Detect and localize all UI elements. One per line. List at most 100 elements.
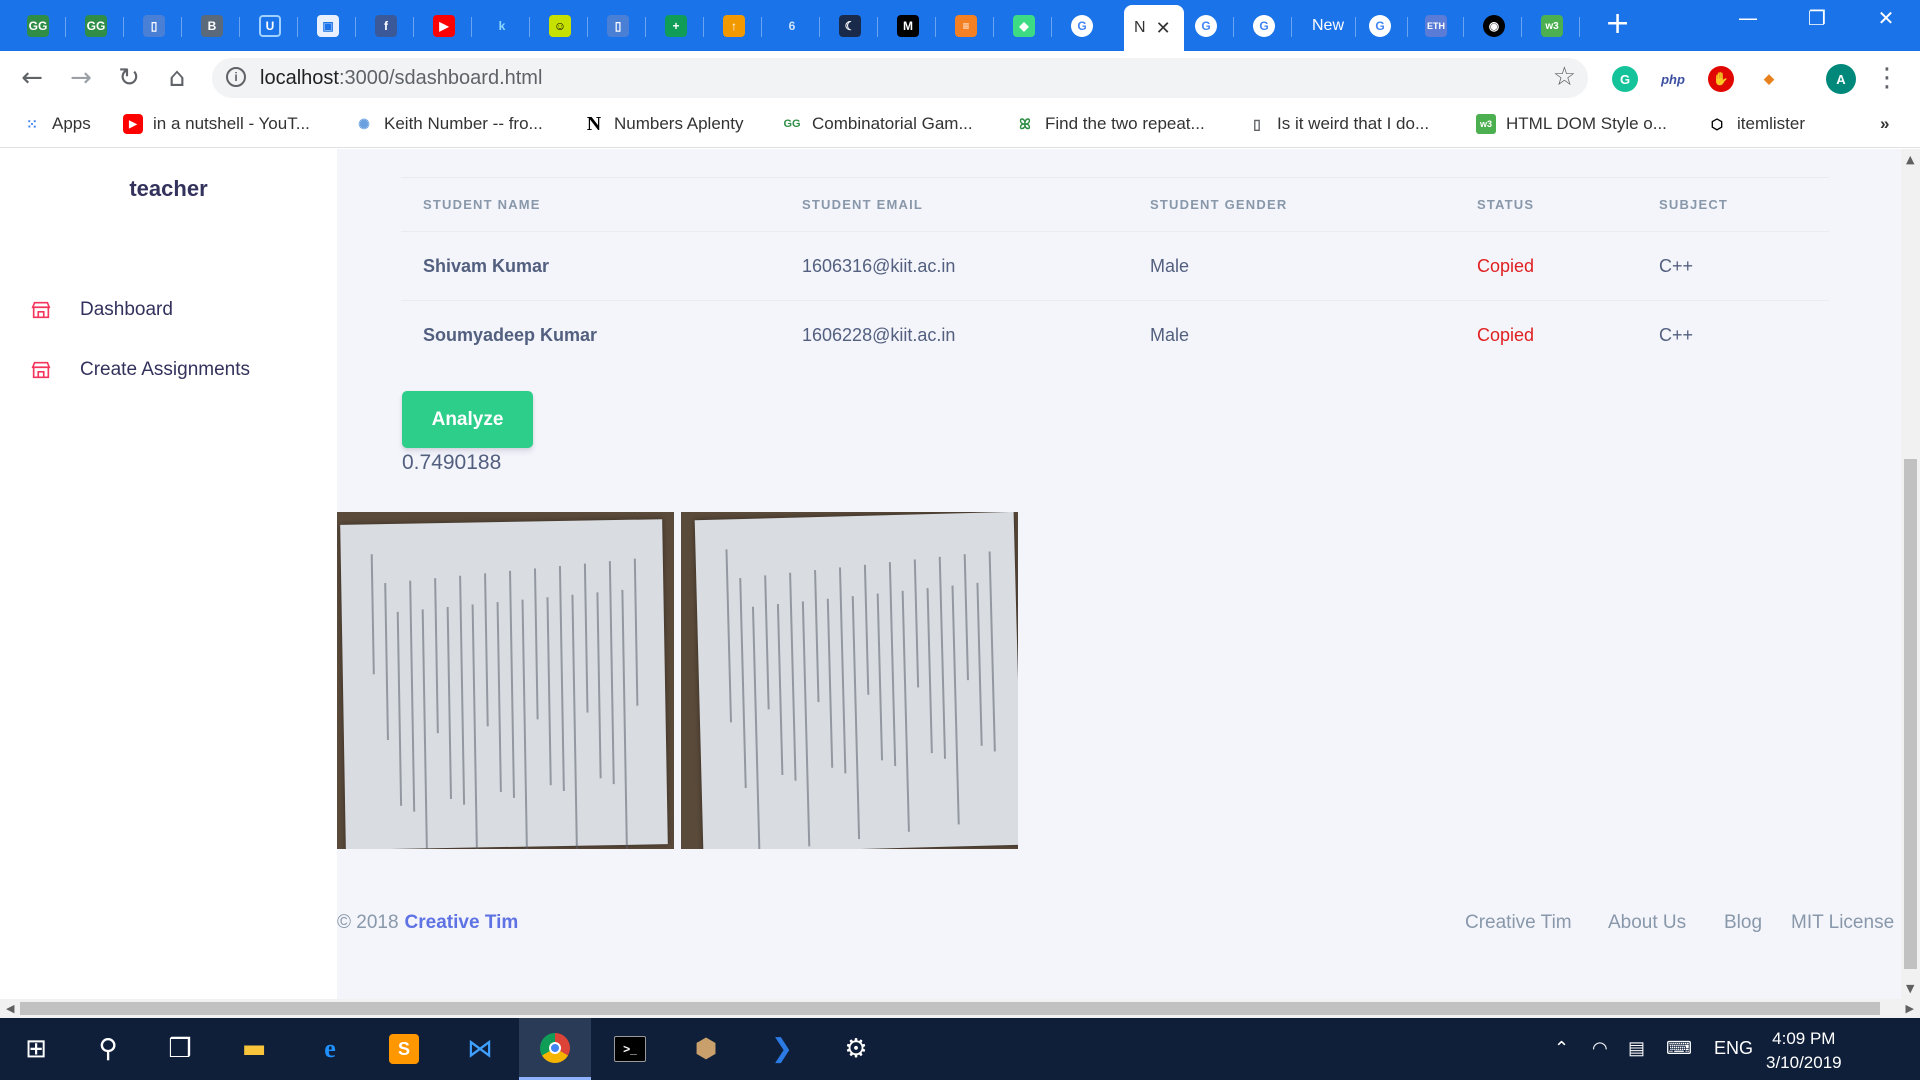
tab-file[interactable]: ▯ [590, 7, 646, 45]
tab-moon[interactable]: ☾ [822, 7, 878, 45]
footer-link-about-us[interactable]: About Us [1608, 912, 1686, 934]
k-icon: k [491, 15, 513, 37]
grammarly-icon[interactable]: G [1612, 66, 1638, 92]
footer-link-blog[interactable]: Blog [1724, 912, 1762, 934]
tab-k[interactable]: k [474, 7, 530, 45]
virtualbox-icon[interactable]: ⬢ [670, 1018, 742, 1080]
bookmark-numbers-aplenty[interactable]: N Numbers Aplenty [584, 113, 744, 135]
tab-smiley[interactable]: ☺ [532, 7, 588, 45]
url-text[interactable]: localhost:3000/sdashboard.html [260, 67, 542, 90]
analyze-button[interactable]: Analyze [402, 391, 533, 448]
tab-google-3[interactable]: G [1236, 7, 1292, 45]
w3schools-icon: w3 [1541, 15, 1563, 37]
tab-google-2[interactable]: G [1178, 7, 1234, 45]
language-indicator[interactable]: ENG [1714, 1038, 1753, 1059]
tab-arrow-up[interactable]: ↑ [706, 7, 762, 45]
restore-icon[interactable]: ❐ [1797, 6, 1837, 30]
tab-youtube[interactable]: ▶ [416, 7, 472, 45]
close-tab-icon[interactable]: ✕ [1156, 18, 1171, 39]
vertical-scroll-thumb[interactable] [1904, 459, 1917, 969]
info-icon[interactable]: i [226, 67, 246, 87]
start-windows-icon[interactable]: ⊞ [0, 1018, 72, 1080]
sidebar-item-dashboard[interactable]: Dashboard [30, 299, 173, 321]
sublime-text-icon[interactable]: S [368, 1018, 440, 1080]
handwriting-line [370, 554, 375, 675]
bookmark-keith-number[interactable]: ✺ Keith Number -- fro... [354, 114, 543, 134]
tab-w3schools[interactable]: w3 [1524, 7, 1580, 45]
close-window-icon[interactable]: ✕ [1866, 6, 1906, 30]
geeksforgeeks-icon: ꕤ [1019, 115, 1031, 132]
profile-avatar[interactable]: A [1826, 64, 1856, 94]
bookmark-youtube[interactable]: ▶ in a nutshell - YouT... [123, 114, 310, 134]
bookmark-is-it-weird[interactable]: ▯ Is it weird that I do... [1247, 114, 1429, 134]
sidebar-brand[interactable]: teacher [0, 176, 337, 202]
sidebar-item-create-assignments[interactable]: Create Assignments [30, 359, 250, 381]
show-hidden-icons-icon[interactable]: ⌃ [1554, 1038, 1569, 1059]
wifi-icon[interactable]: ◠ [1592, 1038, 1608, 1059]
bookmark-itemlister[interactable]: ⬡ itemlister [1707, 114, 1805, 134]
edge-icon[interactable]: e [294, 1018, 366, 1080]
tab-google-4[interactable]: G [1352, 7, 1408, 45]
minimize-icon[interactable]: — [1728, 6, 1768, 30]
task-view-icon[interactable]: ❒ [144, 1018, 216, 1080]
chrome-icon[interactable] [519, 1018, 591, 1080]
tab-active-title: N [1134, 19, 1146, 36]
scroll-down-icon[interactable]: ▼ [1906, 982, 1914, 995]
tab-geeksforgeeks[interactable]: GG [10, 7, 66, 45]
scroll-right-icon[interactable]: ▶ [1906, 1002, 1914, 1015]
adblock-icon[interactable]: ✋ [1708, 66, 1734, 92]
settings-gear-icon[interactable]: ⚙ [820, 1018, 892, 1080]
tab-github[interactable]: ◉ [1466, 7, 1522, 45]
tab-new[interactable]: New [1300, 7, 1356, 45]
clock[interactable]: 4:09 PM 3/10/2019 [1766, 1027, 1842, 1075]
metamask-icon[interactable]: ◆ [1756, 66, 1782, 92]
vertical-scrollbar[interactable]: ▲ ▼ [1901, 149, 1920, 999]
tab-facebook[interactable]: f [358, 7, 414, 45]
tab-new-label: New [1311, 17, 1344, 34]
address-bar[interactable]: i localhost:3000/sdashboard.html ☆ [212, 58, 1588, 98]
tab-udemy[interactable]: U [242, 7, 298, 45]
bookmark-combinatorial[interactable]: GG Combinatorial Gam... [782, 114, 972, 134]
footer-link-mit-license[interactable]: MIT License [1791, 912, 1894, 934]
tab-android[interactable]: ◆ [996, 7, 1052, 45]
horizontal-scroll-thumb[interactable] [20, 1002, 1880, 1015]
vscode-icon[interactable]: ⋈ [444, 1018, 516, 1080]
bookmark-find-two-repeat[interactable]: ꕤ Find the two repeat... [1015, 114, 1205, 134]
tab-google[interactable]: G [1054, 7, 1110, 45]
bookmark-html-dom-style[interactable]: w3 HTML DOM Style o... [1476, 114, 1667, 134]
powershell-icon[interactable]: ❯ [746, 1018, 818, 1080]
tab-document[interactable]: ▯ [126, 7, 182, 45]
footer-link-creative-tim[interactable]: Creative Tim [1465, 912, 1572, 934]
tab-medium[interactable]: M [880, 7, 936, 45]
scroll-up-icon[interactable]: ▲ [1906, 153, 1914, 166]
footer-brand-link[interactable]: Creative Tim [405, 912, 519, 933]
bookmark-apps[interactable]: ⁙ Apps [22, 114, 91, 134]
tab-geeksforgeeks-2[interactable]: GG [68, 7, 124, 45]
menu-icon[interactable]: ⋮ [1872, 63, 1902, 93]
tab-stack[interactable]: ≡ [938, 7, 994, 45]
reload-icon[interactable]: ↻ [114, 63, 144, 93]
horizontal-scrollbar[interactable]: ◀ ▶ [0, 999, 1920, 1018]
file-explorer-icon[interactable]: ▬ [218, 1018, 290, 1080]
keyboard-icon[interactable]: ⌨ [1666, 1038, 1692, 1059]
back-icon[interactable]: ← [17, 63, 47, 93]
scroll-left-icon[interactable]: ◀ [6, 1002, 14, 1015]
php-extension-icon[interactable]: php [1660, 66, 1686, 92]
tab-book[interactable]: B [184, 7, 240, 45]
new-tab-button[interactable]: + [1605, 9, 1630, 39]
terminal-icon[interactable]: >_ [594, 1018, 666, 1080]
bookmark-label: Find the two repeat... [1045, 114, 1205, 133]
tab-eth[interactable]: ETH [1408, 7, 1464, 45]
tab-plus[interactable]: + [648, 7, 704, 45]
handwriting-line [988, 551, 996, 752]
bookmark-star-icon[interactable]: ☆ [1553, 62, 1576, 92]
notification-icon[interactable]: ▤ [1628, 1038, 1645, 1059]
home-icon[interactable]: ⌂ [162, 63, 192, 93]
tab-active[interactable]: N ✕ [1124, 5, 1184, 51]
handwriting-line [421, 609, 429, 849]
tab-image[interactable]: ▣ [300, 7, 356, 45]
forward-icon[interactable]: → [66, 63, 96, 93]
more-bookmarks-icon[interactable]: » [1880, 114, 1889, 134]
tab-six[interactable]: 6 [764, 7, 820, 45]
search-icon[interactable]: ⚲ [72, 1018, 144, 1080]
